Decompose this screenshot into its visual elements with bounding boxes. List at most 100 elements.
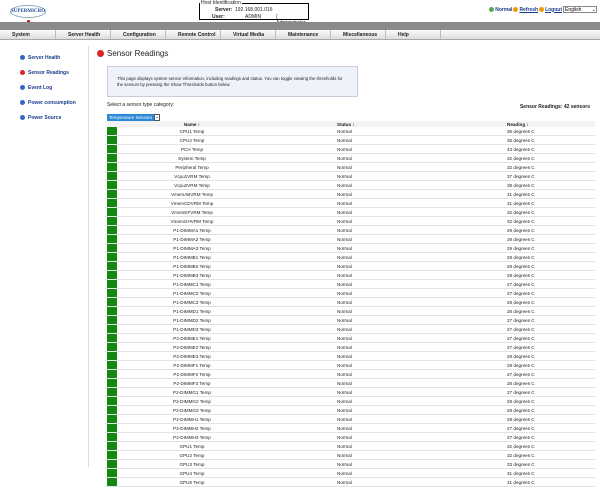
table-row[interactable]: P2-DIMMG3 Temp Normal 28 degrees C <box>105 405 595 415</box>
sensor-name: P1-DIMMA2 Temp <box>117 234 267 244</box>
sensor-name: Vcpu1VRM Temp <box>117 171 267 181</box>
menu-configuration[interactable]: Configuration <box>111 30 166 39</box>
table-row[interactable]: Peripheral Temp Normal 32 degrees C <box>105 162 595 172</box>
sensor-reading: 28 degrees C <box>407 414 595 424</box>
status-indicator <box>105 171 117 181</box>
category-value: Temperature Sensors <box>107 114 155 121</box>
table-row[interactable]: P1-DIMMB1 Temp Normal 28 degrees C <box>105 252 595 262</box>
supermicro-logo: SUPERMICRO <box>10 5 46 23</box>
sidebar-item-event-log[interactable]: Event Log <box>20 80 76 95</box>
table-row[interactable]: P1-DIMMA1 Temp Normal 29 degrees C <box>105 225 595 235</box>
sensor-reading: 31 degrees C <box>407 477 595 487</box>
table-row[interactable]: P2-DIMMH2 Temp Normal 27 degrees C <box>105 423 595 433</box>
sensor-name: P1-DIMMB1 Temp <box>117 252 267 262</box>
table-row[interactable]: GPU2 Temp Normal 32 degrees C <box>105 450 595 460</box>
table-row[interactable]: P2-DIMMG1 Temp Normal 27 degrees C <box>105 387 595 397</box>
sensor-name: GPU1 Temp <box>117 441 267 451</box>
table-row[interactable]: P2-DIMMH3 Temp Normal 27 degrees C <box>105 432 595 442</box>
sensor-name: P2-DIMMH3 Temp <box>117 432 267 442</box>
sensor-name: GPU6 Temp <box>117 477 267 487</box>
table-row[interactable]: P1-DIMMA2 Temp Normal 29 degrees C <box>105 234 595 244</box>
sidebar-item-server-health[interactable]: Server Health <box>20 50 76 65</box>
status-indicator <box>105 342 117 352</box>
table-row[interactable]: VmemEFVRM Temp Normal 32 degrees C <box>105 207 595 217</box>
table-row[interactable]: P2-DIMMH1 Temp Normal 28 degrees C <box>105 414 595 424</box>
table-row[interactable]: P2-DIMMF3 Temp Normal 28 degrees C <box>105 378 595 388</box>
sidebar-item-sensor-readings[interactable]: Sensor Readings <box>20 65 76 80</box>
sensor-name: P1-DIMMC3 Temp <box>117 297 267 307</box>
arrow-icon <box>20 70 25 75</box>
table-row[interactable]: CPU2 Temp Normal 35 degrees C <box>105 135 595 145</box>
logout-icon <box>539 7 545 12</box>
server-ip: 192.168.001.016 <box>235 7 273 13</box>
table-row[interactable]: P1-DIMMA3 Temp Normal 29 degrees C <box>105 243 595 253</box>
sensor-status: Normal <box>267 423 407 433</box>
sensor-reading: 32 degrees C <box>407 207 595 217</box>
sensor-name: CPU2 Temp <box>117 135 267 145</box>
sensor-reading: 36 degrees C <box>407 127 595 136</box>
column-label: Name <box>183 121 197 127</box>
sensor-reading: 32 degrees C <box>407 153 595 163</box>
table-row[interactable]: Vcpu1VRM Temp Normal 37 degrees C <box>105 171 595 181</box>
table-row[interactable]: GPU6 Temp Normal 31 degrees C <box>105 477 595 487</box>
logout-link[interactable]: Logout <box>545 7 562 13</box>
menu-system[interactable]: System <box>0 30 56 39</box>
sensor-name: System Temp <box>117 153 267 163</box>
sensor-status: Normal <box>267 225 407 235</box>
sidebar-item-power-source[interactable]: Power Source <box>20 110 76 125</box>
sidebar: Server Health Sensor Readings Event Log … <box>20 50 76 125</box>
table-row[interactable]: P1-DIMMB3 Temp Normal 28 degrees C <box>105 270 595 280</box>
table-row[interactable]: GPU1 Temp Normal 32 degrees C <box>105 441 595 451</box>
sensor-name: GPU2 Temp <box>117 450 267 460</box>
menu-help[interactable]: Help <box>386 30 441 39</box>
table-row[interactable]: Vcpu2VRM Temp Normal 38 degrees C <box>105 180 595 190</box>
table-row[interactable]: P1-DIMMB2 Temp Normal 28 degrees C <box>105 261 595 271</box>
menu-server-health[interactable]: Server Health <box>56 30 111 39</box>
table-row[interactable]: VmemGHVRM Temp Normal 32 degrees C <box>105 216 595 226</box>
table-row[interactable]: VmemCDVRM Temp Normal 31 degrees C <box>105 198 595 208</box>
sensor-name: P1-DIMMC1 Temp <box>117 279 267 289</box>
table-row[interactable]: P2-DIMMG2 Temp Normal 28 degrees C <box>105 396 595 406</box>
sensor-status: Normal <box>267 333 407 343</box>
sensor-status: Normal <box>267 144 407 154</box>
table-row[interactable]: VmemABVRM Temp Normal 31 degrees C <box>105 189 595 199</box>
menu-remote-control[interactable]: Remote Control <box>166 30 221 39</box>
table-row[interactable]: P2-DIMME1 Temp Normal 27 degrees C <box>105 333 595 343</box>
table-row[interactable]: P1-DIMMD1 Temp Normal 28 degrees C <box>105 306 595 316</box>
menu-miscellaneous[interactable]: Miscellaneous <box>331 30 386 39</box>
sensor-name: P2-DIMME1 Temp <box>117 333 267 343</box>
table-row[interactable]: P1-DIMMD3 Temp Normal 27 degrees C <box>105 324 595 334</box>
table-row[interactable]: P1-DIMMC3 Temp Normal 28 degrees C <box>105 297 595 307</box>
table-row[interactable]: P2-DIMMF1 Temp Normal 28 degrees C <box>105 360 595 370</box>
table-row[interactable]: P1-DIMMC2 Temp Normal 27 degrees C <box>105 288 595 298</box>
table-row[interactable]: GPU4 Temp Normal 31 degrees C <box>105 468 595 478</box>
status-indicator <box>105 405 117 415</box>
sensor-name: VmemGHVRM Temp <box>117 216 267 226</box>
arrow-icon <box>20 115 25 120</box>
status-indicator <box>105 225 117 235</box>
sensor-name: P1-DIMMA3 Temp <box>117 243 267 253</box>
sensor-status: Normal <box>267 189 407 199</box>
menu-virtual-media[interactable]: Virtual Media <box>221 30 276 39</box>
sensor-reading: 27 degrees C <box>407 315 595 325</box>
table-row[interactable]: P2-DIMME3 Temp Normal 28 degrees C <box>105 351 595 361</box>
sensor-status: Normal <box>267 342 407 352</box>
table-row[interactable]: P2-DIMME2 Temp Normal 27 degrees C <box>105 342 595 352</box>
table-row[interactable]: P1-DIMMD2 Temp Normal 27 degrees C <box>105 315 595 325</box>
sidebar-item-power-consumption[interactable]: Power consumption <box>20 95 76 110</box>
table-row[interactable]: P2-DIMMF2 Temp Normal 27 degrees C <box>105 369 595 379</box>
sensor-status: Normal <box>267 243 407 253</box>
table-row[interactable]: PCH Temp Normal 43 degrees C <box>105 144 595 154</box>
status-indicator <box>105 279 117 289</box>
top-actions: Normal Refresh Logout English ⌄ <box>489 6 597 13</box>
table-row[interactable]: CPU1 Temp Normal 36 degrees C <box>105 127 595 136</box>
refresh-link[interactable]: Refresh <box>519 7 538 13</box>
language-select[interactable]: English ⌄ <box>563 6 597 13</box>
menu-maintenance[interactable]: Maintenance <box>276 30 331 39</box>
table-row[interactable]: P1-DIMMC1 Temp Normal 27 degrees C <box>105 279 595 289</box>
table-row[interactable]: GPU3 Temp Normal 33 degrees C <box>105 459 595 469</box>
status-indicator <box>105 270 117 280</box>
category-select[interactable]: Temperature Sensors ⌄ <box>107 114 161 121</box>
table-row[interactable]: System Temp Normal 32 degrees C <box>105 153 595 163</box>
sensor-name: P2-DIMMH1 Temp <box>117 414 267 424</box>
